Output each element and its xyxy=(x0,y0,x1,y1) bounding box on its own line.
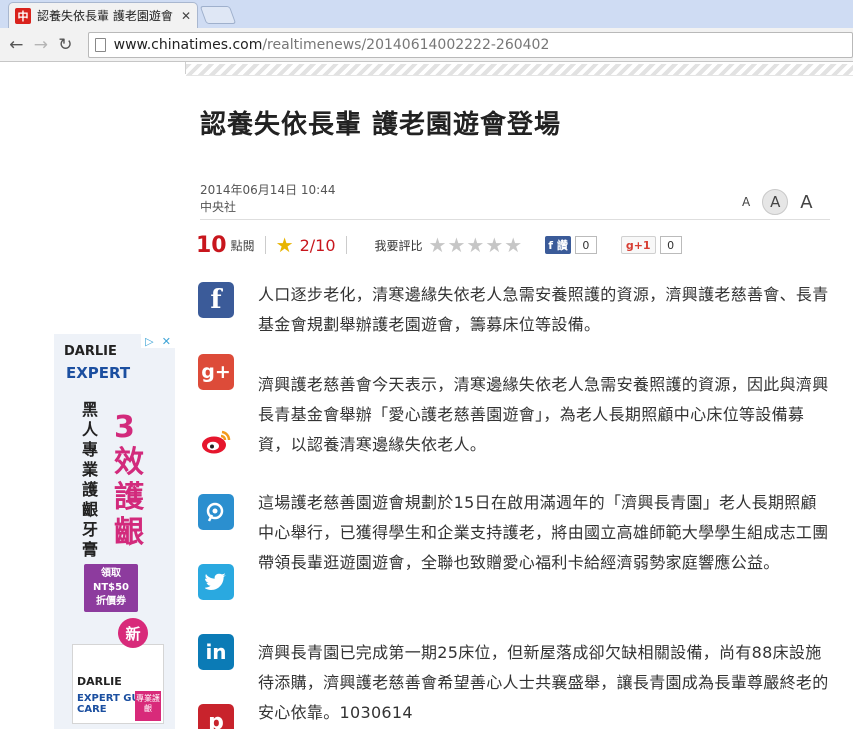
ad-headline: 3效護齦 xyxy=(114,410,144,550)
ad-choices-icon[interactable]: ▷ ✕ xyxy=(141,334,175,348)
ad-product-box: DARLIE EXPERT GUM CARE 專業護齦 xyxy=(72,644,164,724)
view-count-label: 點閱 xyxy=(230,238,255,253)
ad-coupon-line: NT$50 xyxy=(92,582,130,593)
address-bar[interactable]: www.chinatimes.com /realtimenews/2014061… xyxy=(87,31,853,58)
article-date: 2014年06月14日 10:44 xyxy=(200,183,336,197)
article-source: 中央社 xyxy=(200,200,237,214)
article-stats-bar: 10 點閱 ★ 2/10 我要評比 ★ ★ ★ ★ ★ f 讚 0 g +1 0 xyxy=(196,232,682,258)
close-icon[interactable]: ✕ xyxy=(181,9,191,23)
article-paragraph: 這場護老慈善園遊會規劃於15日在啟用滿週年的「濟興長青園」老人長期照顧中心舉行，… xyxy=(258,493,829,572)
decorative-border xyxy=(186,64,853,76)
pinterest-icon[interactable]: p xyxy=(198,704,234,729)
ad-box-label: 專業護齦 xyxy=(135,691,161,721)
article-paragraph: 人口逐步老化，清寒邊緣失依老人急需安養照護的資源，濟興護老慈善會、長青基金會規劃… xyxy=(258,285,829,334)
ad-coupon-line: 折價券 xyxy=(96,596,126,607)
google-plus-one-button[interactable]: g +1 xyxy=(620,236,656,254)
star-icon[interactable]: ★ xyxy=(447,233,465,257)
ad-coupon-badge[interactable]: 領取 NT$50 折價券 xyxy=(84,564,138,612)
web-page: 認養失依長輩 護老園遊會登場 2014年06月14日 10:44 中央社 A A… xyxy=(0,62,853,729)
new-tab-button[interactable] xyxy=(199,6,237,24)
ad-coupon-line: 領取 xyxy=(101,568,121,579)
meta-divider xyxy=(200,219,830,220)
star-icon[interactable]: ★ xyxy=(429,233,447,257)
weibo-icon[interactable] xyxy=(198,424,234,460)
google-plus-icon[interactable]: g+ xyxy=(198,354,234,390)
rating-stars[interactable]: ★ ★ ★ ★ ★ xyxy=(429,233,524,257)
stats-separator xyxy=(264,236,266,254)
rating-star-icon: ★ xyxy=(275,233,294,257)
tab-strip: 中 認養失依長輩 護老園遊會 ✕ xyxy=(0,0,853,28)
url-host: www.chinatimes.com xyxy=(113,36,263,53)
rating-value: 2/10 xyxy=(299,235,336,255)
google-plus-count: 0 xyxy=(659,236,682,254)
font-size-small-button[interactable]: A xyxy=(742,195,750,209)
advertisement-banner[interactable]: ▷ ✕ DARLIE EXPERT 黑人專業護齦牙膏 3效護齦 領取 NT$50 … xyxy=(54,334,175,729)
page-icon xyxy=(94,37,106,52)
google-plus-one: g +1 0 xyxy=(620,236,682,254)
ad-subbrand: EXPERT xyxy=(66,364,131,382)
plurk-icon[interactable] xyxy=(198,494,234,530)
font-size-controls: A A A xyxy=(742,189,825,215)
font-size-medium-button[interactable]: A xyxy=(762,189,789,215)
ad-new-badge: 新 xyxy=(118,618,148,648)
twitter-icon[interactable] xyxy=(198,564,234,600)
facebook-icon[interactable]: f xyxy=(198,282,234,318)
facebook-like-button[interactable]: f 讚 xyxy=(545,236,571,254)
stats-separator xyxy=(345,236,347,254)
chinatimes-favicon-icon: 中 xyxy=(15,7,31,24)
facebook-like-label: 讚 xyxy=(556,239,568,252)
ad-product-name: 黑人專業護齦牙膏 xyxy=(82,400,99,559)
facebook-like-count: 0 xyxy=(574,236,597,254)
star-icon[interactable]: ★ xyxy=(466,233,484,257)
star-icon[interactable]: ★ xyxy=(504,233,522,257)
font-size-large-button[interactable]: A xyxy=(800,192,812,213)
rate-label: 我要評比 xyxy=(374,238,423,253)
linkedin-icon[interactable]: in xyxy=(198,634,234,670)
ad-box-brand: DARLIE xyxy=(77,675,122,688)
article-paragraph: 濟興護老慈善會今天表示，清寒邊緣失依老人急需安養照護的資源，因此與濟興長青基金會… xyxy=(258,375,829,454)
article-headline: 認養失依長輩 護老園遊會登場 xyxy=(200,110,562,140)
article-paragraph: 濟興長青園已完成第一期25床位，但新屋落成卻欠缺相關設備，尚有88床設施待添購，… xyxy=(258,643,829,722)
view-count: 10 xyxy=(196,232,227,258)
google-plus-label: +1 xyxy=(633,238,651,252)
facebook-like: f 讚 0 xyxy=(545,236,597,254)
star-icon[interactable]: ★ xyxy=(485,233,503,257)
back-icon[interactable]: ← xyxy=(4,32,29,58)
url-path: /realtimenews/20140614002222-260402 xyxy=(262,36,550,53)
ad-brand: DARLIE xyxy=(64,344,117,359)
forward-icon[interactable]: → xyxy=(29,32,54,58)
browser-toolbar: ← → ↻ www.chinatimes.com /realtimenews/2… xyxy=(0,28,853,62)
browser-tab[interactable]: 中 認養失依長輩 護老園遊會 ✕ xyxy=(8,2,198,28)
reload-icon[interactable]: ↻ xyxy=(53,32,78,58)
tab-title: 認養失依長輩 護老園遊會 xyxy=(37,9,173,23)
